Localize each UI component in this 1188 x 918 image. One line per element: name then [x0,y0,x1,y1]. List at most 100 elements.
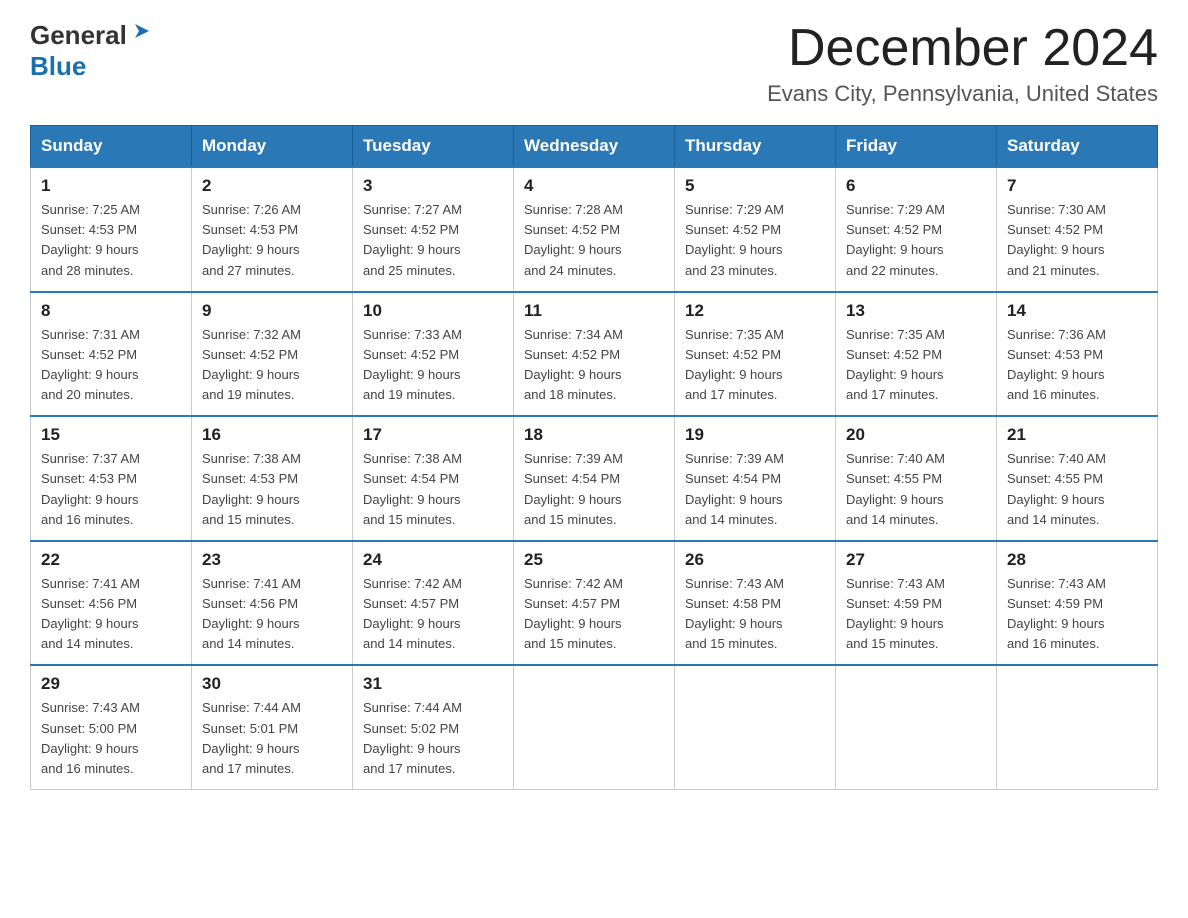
calendar-cell: 16 Sunrise: 7:38 AM Sunset: 4:53 PM Dayl… [192,416,353,541]
weekday-header-thursday: Thursday [675,126,836,168]
day-info: Sunrise: 7:35 AM Sunset: 4:52 PM Dayligh… [685,325,825,406]
day-info: Sunrise: 7:39 AM Sunset: 4:54 PM Dayligh… [685,449,825,530]
week-row-3: 15 Sunrise: 7:37 AM Sunset: 4:53 PM Dayl… [31,416,1158,541]
day-info: Sunrise: 7:38 AM Sunset: 4:53 PM Dayligh… [202,449,342,530]
weekday-header-friday: Friday [836,126,997,168]
calendar-cell: 5 Sunrise: 7:29 AM Sunset: 4:52 PM Dayli… [675,167,836,292]
day-number: 20 [846,425,986,445]
page-header: General Blue December 2024 Evans City, P… [30,20,1158,107]
calendar-cell: 7 Sunrise: 7:30 AM Sunset: 4:52 PM Dayli… [997,167,1158,292]
calendar-table: SundayMondayTuesdayWednesdayThursdayFrid… [30,125,1158,790]
calendar-cell: 14 Sunrise: 7:36 AM Sunset: 4:53 PM Dayl… [997,292,1158,417]
calendar-cell: 2 Sunrise: 7:26 AM Sunset: 4:53 PM Dayli… [192,167,353,292]
day-info: Sunrise: 7:42 AM Sunset: 4:57 PM Dayligh… [363,574,503,655]
logo-arrow-icon [129,20,151,47]
day-info: Sunrise: 7:31 AM Sunset: 4:52 PM Dayligh… [41,325,181,406]
day-info: Sunrise: 7:40 AM Sunset: 4:55 PM Dayligh… [846,449,986,530]
calendar-cell: 30 Sunrise: 7:44 AM Sunset: 5:01 PM Dayl… [192,665,353,789]
day-info: Sunrise: 7:33 AM Sunset: 4:52 PM Dayligh… [363,325,503,406]
calendar-cell: 8 Sunrise: 7:31 AM Sunset: 4:52 PM Dayli… [31,292,192,417]
day-number: 6 [846,176,986,196]
day-info: Sunrise: 7:27 AM Sunset: 4:52 PM Dayligh… [363,200,503,281]
calendar-cell [997,665,1158,789]
calendar-cell [514,665,675,789]
calendar-cell: 20 Sunrise: 7:40 AM Sunset: 4:55 PM Dayl… [836,416,997,541]
calendar-cell: 6 Sunrise: 7:29 AM Sunset: 4:52 PM Dayli… [836,167,997,292]
weekday-header-sunday: Sunday [31,126,192,168]
day-info: Sunrise: 7:29 AM Sunset: 4:52 PM Dayligh… [846,200,986,281]
logo: General Blue [30,20,151,82]
day-number: 3 [363,176,503,196]
day-info: Sunrise: 7:32 AM Sunset: 4:52 PM Dayligh… [202,325,342,406]
day-number: 16 [202,425,342,445]
calendar-cell: 12 Sunrise: 7:35 AM Sunset: 4:52 PM Dayl… [675,292,836,417]
day-number: 28 [1007,550,1147,570]
logo-blue: Blue [30,51,86,81]
day-info: Sunrise: 7:43 AM Sunset: 4:58 PM Dayligh… [685,574,825,655]
calendar-cell: 24 Sunrise: 7:42 AM Sunset: 4:57 PM Dayl… [353,541,514,666]
day-number: 25 [524,550,664,570]
day-number: 22 [41,550,181,570]
day-info: Sunrise: 7:44 AM Sunset: 5:01 PM Dayligh… [202,698,342,779]
day-number: 24 [363,550,503,570]
week-row-4: 22 Sunrise: 7:41 AM Sunset: 4:56 PM Dayl… [31,541,1158,666]
calendar-cell: 23 Sunrise: 7:41 AM Sunset: 4:56 PM Dayl… [192,541,353,666]
day-info: Sunrise: 7:38 AM Sunset: 4:54 PM Dayligh… [363,449,503,530]
day-number: 4 [524,176,664,196]
day-number: 13 [846,301,986,321]
day-number: 19 [685,425,825,445]
day-info: Sunrise: 7:43 AM Sunset: 4:59 PM Dayligh… [1007,574,1147,655]
week-row-5: 29 Sunrise: 7:43 AM Sunset: 5:00 PM Dayl… [31,665,1158,789]
weekday-header-row: SundayMondayTuesdayWednesdayThursdayFrid… [31,126,1158,168]
calendar-cell: 3 Sunrise: 7:27 AM Sunset: 4:52 PM Dayli… [353,167,514,292]
day-number: 27 [846,550,986,570]
calendar-cell: 21 Sunrise: 7:40 AM Sunset: 4:55 PM Dayl… [997,416,1158,541]
calendar-cell [675,665,836,789]
day-number: 15 [41,425,181,445]
calendar-cell: 17 Sunrise: 7:38 AM Sunset: 4:54 PM Dayl… [353,416,514,541]
day-number: 30 [202,674,342,694]
weekday-header-saturday: Saturday [997,126,1158,168]
week-row-2: 8 Sunrise: 7:31 AM Sunset: 4:52 PM Dayli… [31,292,1158,417]
weekday-header-wednesday: Wednesday [514,126,675,168]
calendar-cell [836,665,997,789]
day-info: Sunrise: 7:44 AM Sunset: 5:02 PM Dayligh… [363,698,503,779]
calendar-cell: 11 Sunrise: 7:34 AM Sunset: 4:52 PM Dayl… [514,292,675,417]
day-info: Sunrise: 7:35 AM Sunset: 4:52 PM Dayligh… [846,325,986,406]
calendar-cell: 9 Sunrise: 7:32 AM Sunset: 4:52 PM Dayli… [192,292,353,417]
calendar-cell: 18 Sunrise: 7:39 AM Sunset: 4:54 PM Dayl… [514,416,675,541]
weekday-header-tuesday: Tuesday [353,126,514,168]
calendar-cell: 19 Sunrise: 7:39 AM Sunset: 4:54 PM Dayl… [675,416,836,541]
day-number: 1 [41,176,181,196]
day-number: 23 [202,550,342,570]
day-info: Sunrise: 7:26 AM Sunset: 4:53 PM Dayligh… [202,200,342,281]
day-number: 2 [202,176,342,196]
calendar-cell: 10 Sunrise: 7:33 AM Sunset: 4:52 PM Dayl… [353,292,514,417]
day-number: 14 [1007,301,1147,321]
day-number: 12 [685,301,825,321]
day-number: 5 [685,176,825,196]
day-number: 10 [363,301,503,321]
day-info: Sunrise: 7:30 AM Sunset: 4:52 PM Dayligh… [1007,200,1147,281]
day-info: Sunrise: 7:41 AM Sunset: 4:56 PM Dayligh… [202,574,342,655]
calendar-cell: 29 Sunrise: 7:43 AM Sunset: 5:00 PM Dayl… [31,665,192,789]
day-number: 7 [1007,176,1147,196]
page-title: December 2024 [767,20,1158,77]
day-info: Sunrise: 7:41 AM Sunset: 4:56 PM Dayligh… [41,574,181,655]
calendar-cell: 25 Sunrise: 7:42 AM Sunset: 4:57 PM Dayl… [514,541,675,666]
calendar-cell: 28 Sunrise: 7:43 AM Sunset: 4:59 PM Dayl… [997,541,1158,666]
day-number: 11 [524,301,664,321]
day-number: 21 [1007,425,1147,445]
calendar-cell: 27 Sunrise: 7:43 AM Sunset: 4:59 PM Dayl… [836,541,997,666]
day-info: Sunrise: 7:29 AM Sunset: 4:52 PM Dayligh… [685,200,825,281]
calendar-cell: 13 Sunrise: 7:35 AM Sunset: 4:52 PM Dayl… [836,292,997,417]
day-number: 31 [363,674,503,694]
day-info: Sunrise: 7:34 AM Sunset: 4:52 PM Dayligh… [524,325,664,406]
day-info: Sunrise: 7:43 AM Sunset: 4:59 PM Dayligh… [846,574,986,655]
calendar-cell: 26 Sunrise: 7:43 AM Sunset: 4:58 PM Dayl… [675,541,836,666]
calendar-cell: 22 Sunrise: 7:41 AM Sunset: 4:56 PM Dayl… [31,541,192,666]
day-number: 17 [363,425,503,445]
day-info: Sunrise: 7:28 AM Sunset: 4:52 PM Dayligh… [524,200,664,281]
weekday-header-monday: Monday [192,126,353,168]
title-block: December 2024 Evans City, Pennsylvania, … [767,20,1158,107]
